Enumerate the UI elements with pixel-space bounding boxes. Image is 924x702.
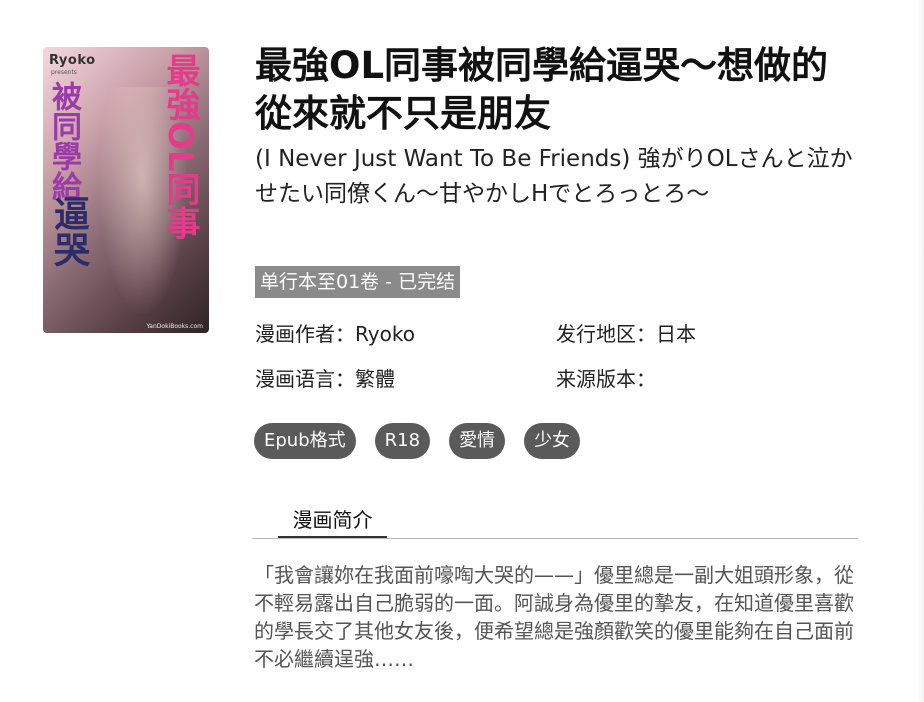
cover-brand: Ryoko <box>49 53 96 68</box>
tag-epub[interactable]: Epub格式 <box>254 423 356 459</box>
tag-romance[interactable]: 愛情 <box>449 423 506 459</box>
cover-title-line-2: 被同學給 <box>46 81 81 201</box>
tag-shoujo[interactable]: 少女 <box>524 423 581 459</box>
cover-image[interactable]: Ryoko presents 最強OL同事 被同學給 逼哭 YanDokiBoo… <box>43 47 209 333</box>
tab-synopsis[interactable]: 漫画简介 <box>278 504 387 539</box>
meta-region: 发行地区：日本 <box>556 322 696 346</box>
cover-brand-sub: presents <box>51 69 77 76</box>
cover-title-line-1: 最強OL同事 <box>160 53 200 240</box>
tab-divider <box>252 538 858 539</box>
status-badge: 单行本至01卷 - 已完结 <box>255 266 461 298</box>
tag-list: Epub格式 R18 愛情 少女 <box>254 423 581 459</box>
page-edge <box>918 0 924 702</box>
meta-author: 漫画作者：Ryoko <box>255 322 415 346</box>
cover-footer: YanDokiBooks.com <box>146 323 203 330</box>
comic-title: 最強OL同事被同學給逼哭～想做的從來就不只是朋友 <box>255 44 829 135</box>
tag-r18[interactable]: R18 <box>374 423 431 459</box>
comic-subtitle: (I Never Just Want To Be Friends) 強がりOLさ… <box>255 146 853 207</box>
meta-language: 漫画语言：繁體 <box>255 367 395 391</box>
synopsis-text: 「我會讓妳在我面前嚎啕大哭的——」優里總是一副大姐頭形象，從不輕易露出自己脆弱的… <box>254 563 854 671</box>
meta-source: 来源版本： <box>556 367 656 391</box>
cover-title-line-3: 逼哭 <box>48 195 89 267</box>
